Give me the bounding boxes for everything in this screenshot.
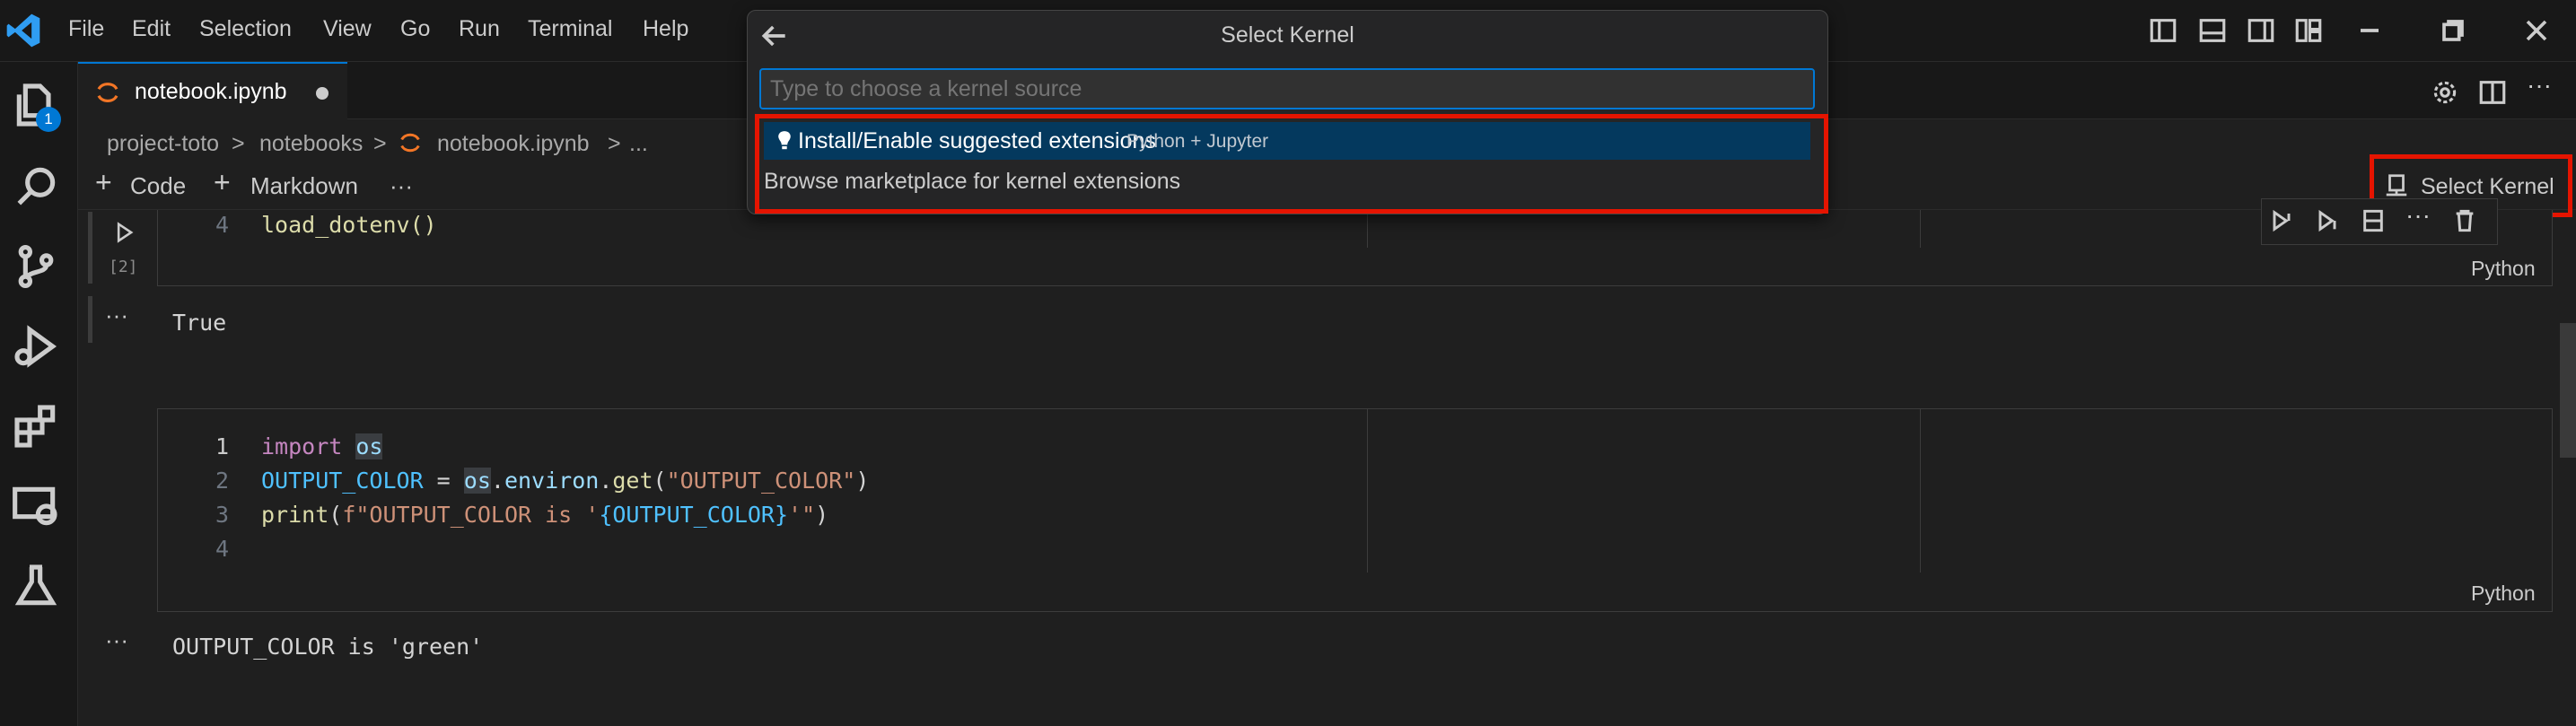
cell-output: True bbox=[172, 310, 227, 336]
output-menu-icon[interactable]: ··· bbox=[105, 626, 128, 654]
execution-count: [2] bbox=[109, 258, 138, 276]
breadcrumb-symbol[interactable]: ... bbox=[629, 131, 648, 157]
quick-pick-title: Select Kernel bbox=[1221, 22, 1354, 48]
code-line[interactable]: OUTPUT_COLOR = os.environ.get("OUTPUT_CO… bbox=[261, 468, 869, 494]
line-number: 2 bbox=[215, 468, 229, 494]
gear-icon[interactable] bbox=[2430, 77, 2460, 108]
breadcrumb-project[interactable]: project-toto bbox=[107, 131, 219, 157]
output-menu-icon[interactable]: ··· bbox=[105, 302, 128, 329]
restore-icon[interactable] bbox=[2435, 13, 2471, 48]
cell-ruler bbox=[1920, 409, 1921, 573]
toggle-secondary-sidebar-icon[interactable] bbox=[2246, 15, 2276, 46]
breadcrumb-folder[interactable]: notebooks bbox=[259, 131, 363, 157]
output-focus-bar bbox=[88, 296, 92, 343]
testing-icon[interactable] bbox=[11, 561, 61, 611]
menu-go[interactable]: Go bbox=[400, 16, 430, 42]
code-line[interactable]: import os bbox=[261, 433, 383, 459]
breadcrumb-file[interactable]: notebook.ipynb bbox=[437, 131, 590, 157]
add-code-plus-icon: + bbox=[95, 166, 112, 198]
line-number: 1 bbox=[215, 433, 229, 459]
code-cell-1[interactable] bbox=[157, 210, 2553, 286]
menu-terminal[interactable]: Terminal bbox=[528, 16, 612, 42]
menu-view[interactable]: View bbox=[323, 16, 372, 42]
source-control-icon[interactable] bbox=[11, 241, 61, 292]
breadcrumb-separator: > bbox=[232, 131, 245, 156]
line-number: 3 bbox=[215, 502, 229, 528]
line-number: 4 bbox=[215, 212, 229, 238]
kernel-source-input[interactable] bbox=[759, 68, 1815, 109]
run-and-debug-icon[interactable] bbox=[11, 321, 61, 372]
code-line[interactable]: load_dotenv() bbox=[261, 212, 437, 238]
vscode-logo-icon bbox=[6, 13, 40, 48]
suggestions-highlight-box bbox=[755, 114, 1828, 214]
close-window-icon[interactable] bbox=[2519, 13, 2554, 48]
extensions-icon[interactable] bbox=[11, 401, 61, 451]
split-editor-icon[interactable] bbox=[2477, 77, 2508, 108]
code-line[interactable]: print(f"OUTPUT_COLOR is '{OUTPUT_COLOR}'… bbox=[261, 502, 828, 528]
add-markdown-plus-icon: + bbox=[214, 166, 231, 198]
menu-file[interactable]: File bbox=[68, 16, 104, 42]
run-below-icon[interactable] bbox=[2313, 206, 2342, 235]
add-code-button[interactable]: Code bbox=[130, 172, 186, 200]
cell-toolbar: ··· bbox=[2261, 198, 2498, 245]
cell-focus-bar bbox=[88, 212, 92, 284]
cell-ruler bbox=[1367, 210, 1368, 248]
remote-explorer-icon[interactable] bbox=[11, 481, 61, 531]
jupyter-file-icon bbox=[400, 133, 420, 153]
explorer-badge: 1 bbox=[36, 107, 61, 132]
run-cell-icon[interactable] bbox=[111, 220, 136, 245]
menu-run[interactable]: Run bbox=[459, 16, 500, 42]
tab-notebook[interactable]: notebook.ipynb bbox=[78, 62, 347, 120]
activity-bar: 1 bbox=[0, 62, 78, 726]
line-number: 4 bbox=[215, 536, 229, 562]
cell-ruler bbox=[1920, 210, 1921, 248]
toggle-primary-sidebar-icon[interactable] bbox=[2148, 15, 2178, 46]
add-markdown-button[interactable]: Markdown bbox=[250, 172, 358, 200]
customize-layout-icon[interactable] bbox=[2293, 15, 2324, 46]
search-icon[interactable] bbox=[11, 162, 61, 212]
menu-edit[interactable]: Edit bbox=[132, 16, 171, 42]
breadcrumb-separator: > bbox=[608, 131, 621, 156]
menu-help[interactable]: Help bbox=[643, 16, 688, 42]
split-cell-icon[interactable] bbox=[2359, 206, 2388, 235]
toolbar-more-button[interactable]: ··· bbox=[390, 172, 413, 200]
vertical-scrollbar[interactable] bbox=[2560, 323, 2576, 458]
cell-language-label[interactable]: Python bbox=[2471, 582, 2536, 606]
tab-label: notebook.ipynb bbox=[135, 79, 287, 104]
more-actions-icon[interactable]: ··· bbox=[2527, 71, 2552, 100]
toggle-panel-icon[interactable] bbox=[2197, 15, 2228, 46]
minimize-icon[interactable] bbox=[2352, 13, 2388, 48]
cell-more-icon[interactable]: ··· bbox=[2405, 201, 2431, 230]
cell-ruler bbox=[1367, 409, 1368, 573]
breadcrumb-separator: > bbox=[373, 131, 387, 156]
cell-output: OUTPUT_COLOR is 'green' bbox=[172, 634, 484, 660]
run-above-icon[interactable] bbox=[2267, 206, 2296, 235]
jupyter-file-icon bbox=[97, 83, 118, 102]
unsaved-dot-icon[interactable] bbox=[316, 87, 329, 100]
cell-language-label[interactable]: Python bbox=[2471, 257, 2536, 281]
menu-selection[interactable]: Selection bbox=[199, 16, 292, 42]
delete-cell-icon[interactable] bbox=[2450, 206, 2479, 235]
